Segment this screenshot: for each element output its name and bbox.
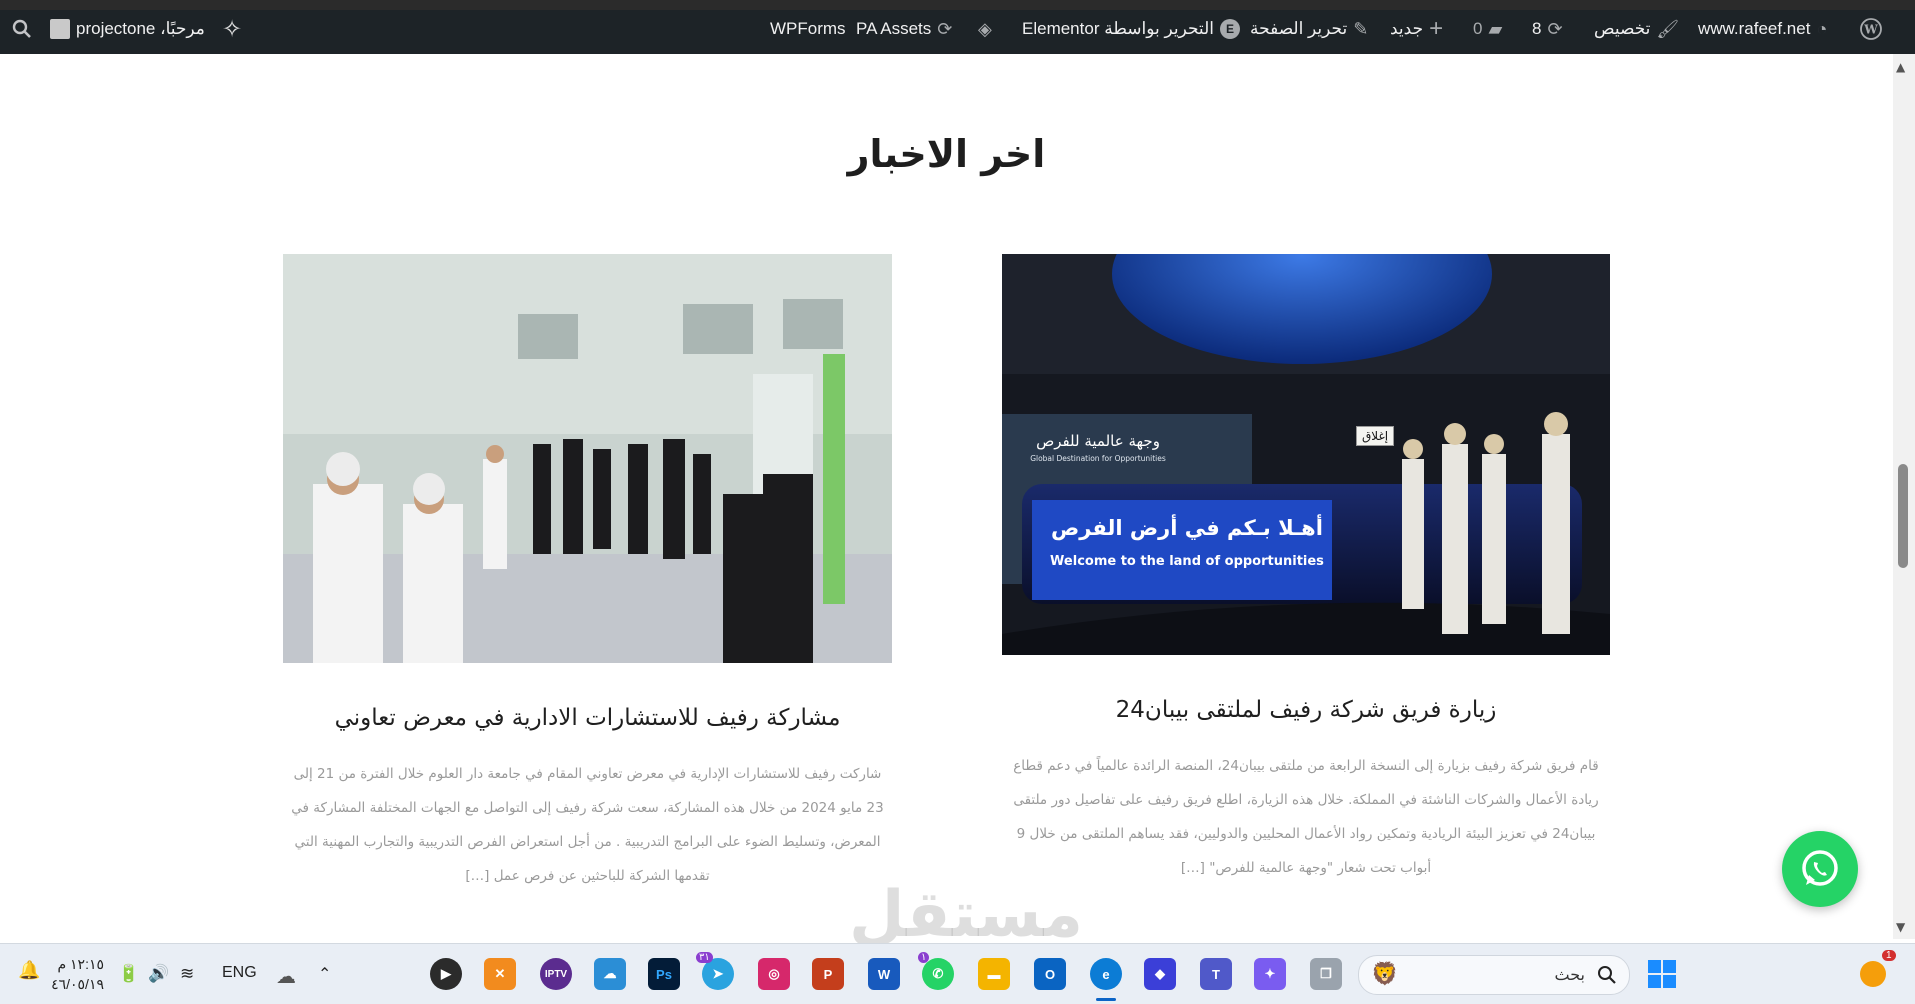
pa-assets-menu[interactable]: PA Assets ⟳ <box>856 16 952 42</box>
battery-icon[interactable]: 🔋 <box>118 964 139 984</box>
sign-arabic-text: أهـلا بـكم في أرض الفرص <box>1051 516 1323 540</box>
scroll-down-arrow[interactable]: ▼ <box>1896 920 1905 934</box>
power-automate-app-icon[interactable]: ◆ <box>1144 958 1176 990</box>
post-2-title[interactable]: مشاركة رفيف للاستشارات الادارية في معرض … <box>283 705 892 731</box>
customize-label: تخصيص <box>1594 19 1651 38</box>
search-decoration-icon: 🦁 <box>1371 961 1399 986</box>
teams-app-icon[interactable]: T <box>1200 958 1232 990</box>
edit-with-elementor-label: التحرير بواسطة Elementor <box>1022 19 1214 38</box>
banner-english-text: Global Destination for Opportunities <box>1030 454 1166 463</box>
site-url-label: www.rafeef.net <box>1698 19 1811 38</box>
refresh-icon: ⟳ <box>937 18 953 39</box>
new-label: جديد <box>1390 19 1424 38</box>
notification-bell-icon[interactable]: 🔔 <box>18 960 40 981</box>
comments-link[interactable]: 0 ▰ <box>1473 16 1502 42</box>
taskbar-search-box[interactable]: 🦁 بحث <box>1358 955 1630 995</box>
refresh-icon: ⟳ <box>1547 18 1563 39</box>
clock-time: ١٢:١٥ م <box>57 956 104 972</box>
wpforms-label: WPForms <box>770 19 846 38</box>
onedrive-cloud-icon[interactable]: ☁ <box>276 964 296 989</box>
wordpress-logo-menu[interactable]: W <box>1860 16 1882 42</box>
plus-icon: + <box>1429 15 1444 42</box>
diamond-icon: ◈ <box>978 18 992 39</box>
post-1-image[interactable]: أهـلا بـكم في أرض الفرص Welcome to the l… <box>1002 254 1610 655</box>
instagram-app-icon[interactable]: ◎ <box>758 958 790 990</box>
wordpress-logo-icon: W <box>1860 18 1882 40</box>
media-player-app-icon[interactable]: ▶ <box>430 958 462 990</box>
customize-link[interactable]: تخصيص 🖌 <box>1594 16 1679 42</box>
new-content-menu[interactable]: جديد + <box>1390 15 1444 42</box>
greeting-label: مرحبًا، projectone <box>76 19 205 38</box>
wp-admin-bar: مرحبًا، projectone ✧ WPForms PA Assets ⟳… <box>0 0 1915 54</box>
scrollbar-thumb[interactable] <box>1898 464 1908 568</box>
elementor-diamond-button[interactable]: ◈ <box>978 16 992 42</box>
updates-count: 8 <box>1532 19 1542 38</box>
edit-page-link[interactable]: تحرير الصفحة ✎ <box>1250 16 1368 42</box>
updates-link[interactable]: 8 ⟳ <box>1532 16 1563 42</box>
whatsapp-app-icon[interactable]: ✆ <box>922 958 954 990</box>
task-view-icon[interactable]: ❐ <box>1310 958 1342 990</box>
close-tooltip[interactable]: إغلاق <box>1356 426 1395 446</box>
clock-date: ٤٦/٠٥/١٩ <box>51 976 104 992</box>
active-app-indicator <box>1096 998 1116 1001</box>
language-indicator[interactable]: ENG <box>222 964 257 982</box>
pencil-icon: ✎ <box>1353 18 1369 39</box>
svg-text:W: W <box>1863 23 1878 37</box>
admin-search-button[interactable] <box>12 16 32 42</box>
chevron-up-icon[interactable]: ⌃ <box>318 964 331 984</box>
icloud-app-icon[interactable]: ☁ <box>594 958 626 990</box>
widgets-badge: 1 <box>1882 950 1896 961</box>
file-explorer-app-icon[interactable]: ▬ <box>978 958 1010 990</box>
widgets-weather-icon[interactable] <box>1860 961 1886 987</box>
post-2-image[interactable] <box>283 254 892 663</box>
comments-count: 0 <box>1473 19 1483 38</box>
windows-taskbar: 🔔 ١٢:١٥ م ٤٦/٠٥/١٩ 🔋 🔊 ≋ ENG ☁ ⌃ ▶ ✕ IPT… <box>0 943 1915 1004</box>
powerpoint-app-icon[interactable]: P <box>812 958 844 990</box>
post-2-excerpt: شاركت رفيف للاستشارات الإدارية في معرض ت… <box>291 766 884 884</box>
iptv-app-icon[interactable]: IPTV <box>540 958 572 990</box>
page-content: اخر الاخبار أهـلا بـكم في أرض الفرص Welc… <box>0 54 1893 939</box>
sign-english-text: Welcome to the land of opportunities <box>1050 554 1324 569</box>
pa-assets-label: PA Assets <box>856 19 932 38</box>
post-1-title[interactable]: زيارة فريق شركة رفيف لملتقى بيبان24 <box>1002 697 1610 723</box>
brush-icon: 🖌 <box>1656 18 1680 39</box>
elementor-icon: E <box>1219 19 1240 39</box>
post-1-excerpt: قام فريق شركة رفيف بزيارة إلى النسخة الر… <box>1013 758 1599 876</box>
photoshop-app-icon[interactable]: Ps <box>648 958 680 990</box>
edit-with-elementor[interactable]: التحرير بواسطة Elementor E <box>1022 16 1240 42</box>
whatsapp-chat-button[interactable] <box>1782 831 1858 907</box>
section-title: اخر الاخبار <box>847 132 1046 176</box>
edge-browser-app-icon[interactable]: e <box>1090 958 1122 990</box>
scroll-up-arrow[interactable]: ▲ <box>1896 60 1905 74</box>
clock[interactable]: ١٢:١٥ م ٤٦/٠٥/١٩ <box>48 954 104 994</box>
wifi-icon[interactable]: ≋ <box>180 964 194 984</box>
edit-page-label: تحرير الصفحة <box>1250 19 1348 38</box>
banner-arabic-text: وجهة عالمية للفرص <box>1036 432 1160 450</box>
exhibition-scene <box>283 254 892 663</box>
start-windows-icon[interactable] <box>1646 958 1678 990</box>
my-account-menu[interactable]: مرحبًا، projectone <box>50 16 205 42</box>
avatar <box>50 19 70 39</box>
wpforms-menu[interactable]: WPForms <box>770 16 846 42</box>
page-scrollbar[interactable]: ▲ ▼ <box>1893 54 1915 939</box>
ai-assistant-button[interactable]: ✧ <box>222 15 243 43</box>
copilot-app-icon[interactable]: ✦ <box>1254 958 1286 990</box>
dashboard-icon: ◔ <box>1816 18 1828 39</box>
sparkle-icon: ✧ <box>222 15 243 43</box>
search-icon <box>1598 966 1616 984</box>
word-app-icon[interactable]: W <box>868 958 900 990</box>
telegram-badge: ٣١ <box>696 952 713 963</box>
outlook-app-icon[interactable]: O <box>1034 958 1066 990</box>
browser-tab-strip <box>0 0 1915 10</box>
xampp-app-icon[interactable]: ✕ <box>484 958 516 990</box>
whatsapp-icon <box>1802 850 1838 886</box>
comment-bubble-icon: ▰ <box>1488 18 1503 39</box>
volume-icon[interactable]: 🔊 <box>148 964 169 984</box>
search-icon <box>12 19 31 38</box>
site-name-link[interactable]: www.rafeef.net ◔ <box>1698 16 1827 42</box>
search-placeholder: بحث <box>1554 967 1586 984</box>
